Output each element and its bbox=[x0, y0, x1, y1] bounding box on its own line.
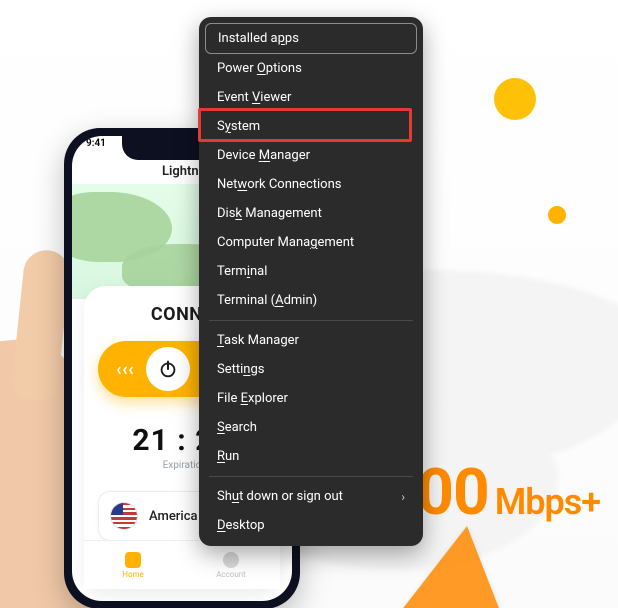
power-icon bbox=[157, 358, 179, 380]
menu-item-device-manager[interactable]: Device Manager bbox=[205, 141, 417, 170]
menu-item-task-manager[interactable]: Task Manager bbox=[205, 326, 417, 355]
menu-item-computer-management[interactable]: Computer Management bbox=[205, 228, 417, 257]
accent-dot-large bbox=[494, 78, 536, 120]
menu-item-label: Terminal bbox=[217, 264, 267, 279]
stage: 600 Mbps+ 9:41 Lightni CONNE bbox=[0, 0, 618, 608]
menu-item-desktop[interactable]: Desktop bbox=[205, 511, 417, 540]
menu-item-label: Network Connections bbox=[217, 177, 342, 192]
menu-item-settings[interactable]: Settings bbox=[205, 355, 417, 384]
location-name: America bbox=[149, 509, 198, 524]
menu-item-label: Task Manager bbox=[217, 333, 299, 348]
menu-item-file-explorer[interactable]: File Explorer bbox=[205, 384, 417, 413]
home-icon bbox=[125, 552, 141, 568]
menu-item-label: Search bbox=[217, 420, 257, 435]
power-knob[interactable] bbox=[146, 347, 190, 391]
menu-item-label: Terminal (Admin) bbox=[217, 293, 317, 308]
menu-item-label: Disk Management bbox=[217, 206, 322, 221]
winx-menu[interactable]: Installed apps Power Options Event Viewer S… bbox=[199, 17, 423, 546]
menu-item-event-viewer[interactable]: Event Viewer bbox=[205, 83, 417, 112]
menu-item-label: Installed apps bbox=[218, 31, 299, 46]
menu-item-system[interactable]: System bbox=[205, 112, 417, 141]
menu-item-terminal-admin[interactable]: Terminal (Admin) bbox=[205, 286, 417, 315]
bottom-nav: Home Account bbox=[84, 540, 280, 589]
menu-item-label: Power Options bbox=[217, 61, 302, 76]
menu-separator bbox=[209, 476, 413, 477]
menu-item-search[interactable]: Search bbox=[205, 413, 417, 442]
nav-account-label: Account bbox=[216, 570, 246, 579]
statusbar-time: 9:41 bbox=[86, 138, 106, 149]
menu-item-label: Shut down or sign out bbox=[217, 489, 343, 504]
accent-dot-small bbox=[548, 206, 566, 224]
nav-account[interactable]: Account bbox=[182, 541, 280, 589]
menu-item-terminal[interactable]: Terminal bbox=[205, 257, 417, 286]
menu-item-shut-down-or-sign-out[interactable]: Shut down or sign out › bbox=[205, 482, 417, 511]
menu-item-label: Run bbox=[217, 449, 239, 464]
menu-separator bbox=[209, 320, 413, 321]
menu-item-disk-management[interactable]: Disk Management bbox=[205, 199, 417, 228]
menu-item-label: System bbox=[217, 119, 260, 134]
menu-item-installed-apps[interactable]: Installed apps bbox=[205, 23, 417, 54]
chevron-left-icon: ‹ ‹ ‹ bbox=[116, 359, 132, 380]
menu-item-label: Event Viewer bbox=[217, 90, 291, 105]
speed-unit: Mbps+ bbox=[495, 481, 600, 523]
account-icon bbox=[223, 552, 239, 568]
menu-item-label: Device Manager bbox=[217, 148, 310, 163]
menu-item-label: Settings bbox=[217, 362, 264, 377]
menu-item-run[interactable]: Run bbox=[205, 442, 417, 471]
menu-item-label: Computer Management bbox=[217, 235, 354, 250]
menu-item-power-options[interactable]: Power Options bbox=[205, 54, 417, 83]
chevron-right-icon: › bbox=[401, 490, 405, 504]
flag-usa-icon bbox=[111, 503, 137, 529]
menu-item-label: File Explorer bbox=[217, 391, 288, 406]
nav-home-label: Home bbox=[122, 570, 144, 579]
nav-home[interactable]: Home bbox=[84, 541, 182, 589]
menu-item-label: Desktop bbox=[217, 518, 265, 533]
menu-item-network-connections[interactable]: Network Connections bbox=[205, 170, 417, 199]
